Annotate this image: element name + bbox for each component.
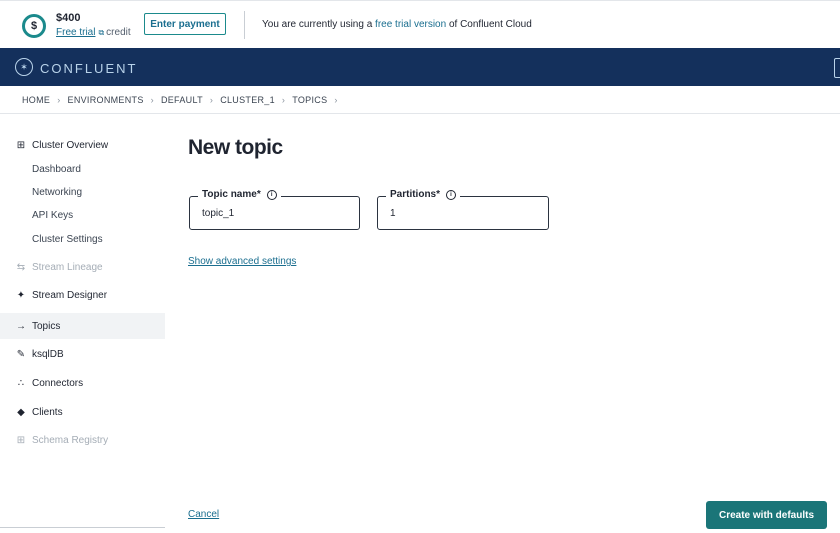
schema-icon: ⊞ xyxy=(16,434,26,446)
breadcrumb-topics[interactable]: TOPICS xyxy=(292,95,327,105)
sidebar-item-label: Stream Lineage xyxy=(32,261,103,273)
chevron-right-icon: › xyxy=(334,94,338,105)
sidebar-item-topics[interactable]: → Topics xyxy=(0,313,165,339)
topic-name-label: Topic name* i xyxy=(198,189,281,200)
page-title: New topic xyxy=(188,136,283,159)
sidebar-item-ksqldb[interactable]: ✎ ksqlDB xyxy=(0,341,165,367)
info-icon[interactable]: i xyxy=(266,189,277,200)
external-link-icon: ⧉ xyxy=(98,28,105,37)
sidebar-item-label: Dashboard xyxy=(32,163,81,175)
sidebar-item-label: Stream Designer xyxy=(32,289,108,301)
ksqldb-icon: ✎ xyxy=(16,348,26,360)
lineage-icon: ⇆ xyxy=(16,261,26,273)
topic-name-input[interactable]: topic_1 xyxy=(202,208,234,219)
free-trial-link[interactable]: Free trial xyxy=(56,27,95,38)
dollar-symbol: $ xyxy=(30,20,38,32)
sidebar-item-label: Schema Registry xyxy=(32,434,109,446)
grid-icon: ⊞ xyxy=(16,139,26,151)
sidebar-item-connectors[interactable]: ∴ Connectors xyxy=(0,370,165,396)
chevron-right-icon: › xyxy=(209,94,214,105)
chevron-right-icon: › xyxy=(57,94,61,105)
topics-icon: → xyxy=(16,320,26,332)
trial-message-suffix: of Confluent Cloud xyxy=(446,19,532,30)
free-trial-version-link[interactable]: free trial version xyxy=(375,19,446,30)
sidebar-item-clients[interactable]: ◆ Clients xyxy=(0,399,165,425)
clients-icon: ◆ xyxy=(17,406,25,418)
sidebar-item-cluster-settings[interactable]: Cluster Settings xyxy=(0,226,165,252)
sidebar-item-label: Topics xyxy=(32,320,61,332)
trial-banner: $ $400 Free trial ⧉ credit Enter payment Y… xyxy=(0,0,840,49)
credit-subtext: Free trial ⧉ credit xyxy=(56,27,131,38)
sidebar-item-label: Cluster Settings xyxy=(32,233,103,245)
trial-message: You are currently using a free trial ver… xyxy=(262,19,532,30)
chevron-right-icon: › xyxy=(150,94,154,105)
trial-message-prefix: You are currently using a xyxy=(262,19,376,30)
cancel-link[interactable]: Cancel xyxy=(188,509,219,520)
sidebar-item-label: Clients xyxy=(32,406,63,418)
confluent-logo-icon[interactable]: ✶ xyxy=(15,58,33,76)
connectors-icon: ∴ xyxy=(17,377,25,389)
info-icon[interactable]: i xyxy=(446,189,457,200)
brand-logo-text[interactable]: CONFLUENT xyxy=(40,61,137,76)
enter-payment-button[interactable]: Enter payment xyxy=(144,13,226,35)
create-with-defaults-button[interactable]: Create with defaults xyxy=(706,501,827,529)
sidebar: ⊞ Cluster Overview Dashboard Networking … xyxy=(0,115,165,528)
sidebar-item-label: Cluster Overview xyxy=(32,139,109,151)
sidebar-item-stream-designer[interactable]: ✦ Stream Designer xyxy=(0,282,165,308)
sidebar-item-schema-registry: ⊞ Schema Registry xyxy=(0,427,165,453)
partitions-field[interactable]: Partitions* i 1 xyxy=(377,189,549,230)
brand-bar: ✶ CONFLUENT xyxy=(0,48,840,86)
chevron-right-icon: › xyxy=(281,94,286,105)
dollar-icon: $ xyxy=(22,14,46,38)
sidebar-item-stream-lineage: ⇆ Stream Lineage xyxy=(0,254,165,280)
show-advanced-settings-link[interactable]: Show advanced settings xyxy=(188,256,296,267)
sidebar-item-label: API Keys xyxy=(32,209,74,221)
credit-amount: $400 xyxy=(56,12,81,24)
banner-divider xyxy=(244,11,245,39)
sidebar-item-label: Networking xyxy=(32,186,83,198)
breadcrumb-environments[interactable]: ENVIRONMENTS xyxy=(68,95,144,105)
sidebar-item-api-keys[interactable]: API Keys xyxy=(0,202,165,228)
breadcrumb: HOME › ENVIRONMENTS › DEFAULT › CLUSTER_… xyxy=(0,86,840,114)
topic-name-field[interactable]: Topic name* i topic_1 xyxy=(189,189,360,230)
breadcrumb-home[interactable]: HOME xyxy=(22,95,50,105)
partitions-label-text: Partitions* xyxy=(390,189,441,200)
sidebar-item-label: ksqlDB xyxy=(32,348,64,360)
partitions-input[interactable]: 1 xyxy=(390,208,396,219)
designer-icon: ✦ xyxy=(16,289,26,301)
partitions-label: Partitions* i xyxy=(386,189,461,200)
credit-suffix: credit xyxy=(106,27,131,38)
header-menu-button[interactable] xyxy=(834,58,840,78)
sidebar-item-label: Connectors xyxy=(32,377,84,389)
sidebar-item-cluster-overview[interactable]: ⊞ Cluster Overview xyxy=(0,132,165,158)
breadcrumb-default[interactable]: DEFAULT xyxy=(161,95,203,105)
breadcrumb-cluster[interactable]: CLUSTER_1 xyxy=(220,95,275,105)
topic-name-label-text: Topic name* xyxy=(202,189,261,200)
